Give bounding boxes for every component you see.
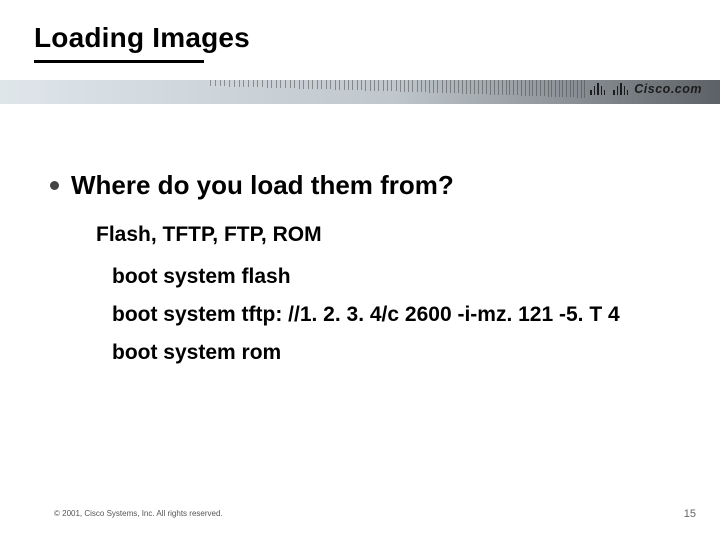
divider-ticks: [210, 80, 590, 104]
logo-area: Cisco.com: [590, 82, 702, 96]
slide-root: Loading Images Cisco.com Where do you lo…: [0, 0, 720, 540]
content-area: Where do you load them from? Flash, TFTP…: [50, 170, 680, 379]
bullet-row: Where do you load them from?: [50, 170, 680, 201]
list-item: boot system rom: [112, 341, 680, 365]
sub-line: Flash, TFTP, FTP, ROM: [96, 223, 680, 247]
logo-bars-icon: [590, 83, 628, 95]
list-item: boot system tftp: //1. 2. 3. 4/c 2600 -i…: [112, 303, 680, 327]
copyright-footer: © 2001, Cisco Systems, Inc. All rights r…: [54, 509, 223, 518]
bullet-heading: Where do you load them from?: [71, 170, 454, 201]
bullet-dot-icon: [50, 181, 59, 190]
logo-text: Cisco.com: [634, 82, 702, 96]
title-underline: [34, 60, 204, 63]
list-item: boot system flash: [112, 265, 680, 289]
page-number: 15: [684, 508, 696, 520]
slide-title: Loading Images: [34, 22, 250, 54]
